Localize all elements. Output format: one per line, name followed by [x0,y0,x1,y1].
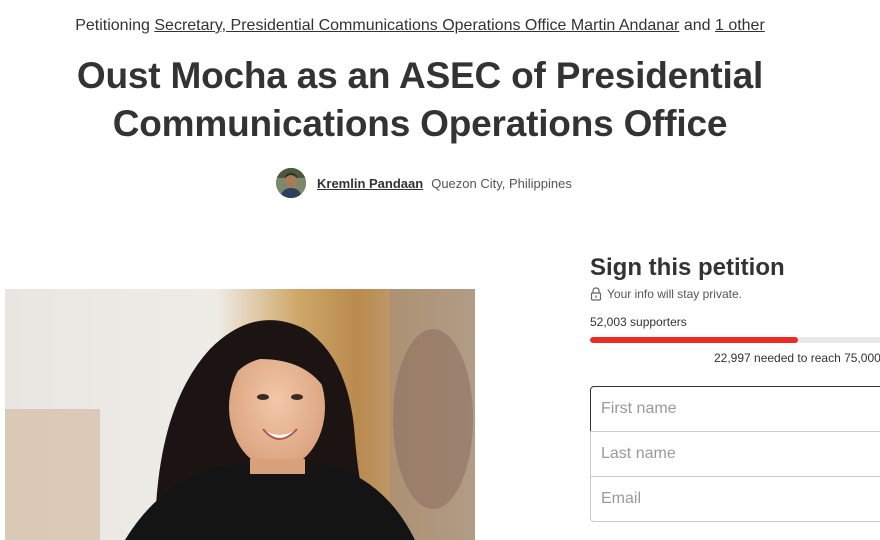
needed-text: 22,997 needed to reach 75,000 [714,351,880,365]
author-location: Quezon City, Philippines [431,175,572,191]
author-name-link[interactable]: Kremlin Pandaan [317,176,423,191]
petitioning-prefix: Petitioning [75,17,150,34]
supporters-count: 52,003 supporters [590,315,687,329]
petition-title: Oust Mocha as an ASEC of Presidential Co… [76,55,764,144]
privacy-note: Your info will stay private. [590,287,880,301]
last-name-field[interactable] [590,431,880,477]
avatar[interactable] [276,168,306,198]
target-link-primary[interactable]: Secretary, Presidential Communications O… [154,17,679,34]
sign-title: Sign this petition [590,254,785,281]
lock-icon [590,287,602,301]
first-name-field[interactable] [590,386,880,432]
privacy-text: Your info will stay private. [607,287,742,301]
author-info: Kremlin Pandaan Quezon City, Philippines [276,168,572,198]
progress-bar-fill [590,337,799,343]
sign-form [590,386,880,522]
petition-photo [5,289,475,540]
target-link-other[interactable]: 1 other [715,17,765,34]
progress-bar [590,337,880,343]
and-text: and [683,17,711,34]
email-field[interactable] [590,476,880,522]
petitioning-line: Petitioning Secretary, Presidential Comm… [0,15,840,37]
sign-panel: Sign this petition Your info will stay p… [590,252,880,365]
